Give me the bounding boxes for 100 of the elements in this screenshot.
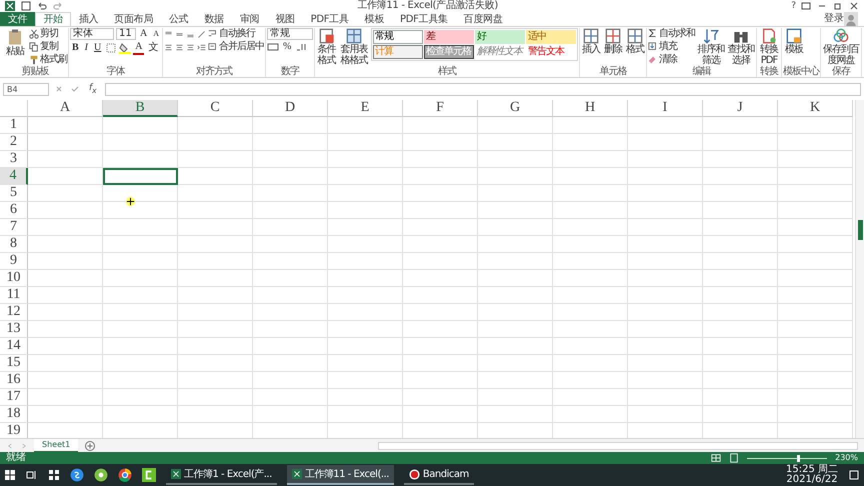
table-cell[interactable]: [778, 168, 853, 185]
help-button[interactable]: ?: [791, 0, 796, 12]
cell-style-option[interactable]: 差: [424, 30, 474, 44]
table-cell[interactable]: [553, 372, 628, 389]
number-format-field[interactable]: 常规: [267, 28, 314, 40]
table-cell[interactable]: [28, 321, 103, 338]
table-cell[interactable]: [478, 372, 553, 389]
table-cell[interactable]: [778, 321, 853, 338]
ribbon-display-icon[interactable]: [800, 0, 812, 12]
table-cell[interactable]: [628, 355, 703, 372]
table-cell[interactable]: [628, 219, 703, 236]
table-cell[interactable]: [253, 185, 328, 202]
taskbar-window[interactable]: Bandicam: [404, 465, 474, 485]
table-cell[interactable]: [328, 355, 403, 372]
column-header[interactable]: K: [778, 100, 853, 117]
table-cell[interactable]: [778, 372, 853, 389]
table-cell[interactable]: [703, 253, 778, 270]
table-cell[interactable]: [628, 236, 703, 253]
align-icon[interactable]: [186, 42, 196, 52]
row-header[interactable]: 4: [0, 168, 28, 185]
table-cell[interactable]: [28, 185, 103, 202]
table-cell[interactable]: [178, 168, 253, 185]
table-cell[interactable]: [103, 321, 178, 338]
table-cell[interactable]: [328, 372, 403, 389]
table-cell[interactable]: [178, 253, 253, 270]
column-header[interactable]: F: [403, 100, 478, 117]
row-header[interactable]: 15: [0, 355, 28, 372]
table-cell[interactable]: [178, 270, 253, 287]
table-cell[interactable]: [478, 117, 553, 134]
table-cell[interactable]: [478, 185, 553, 202]
table-cell[interactable]: [778, 287, 853, 304]
table-cell[interactable]: [28, 134, 103, 151]
row-header[interactable]: 9: [0, 253, 28, 270]
table-cell[interactable]: [778, 117, 853, 134]
table-cell[interactable]: [178, 236, 253, 253]
table-cell[interactable]: [403, 117, 478, 134]
table-cell[interactable]: [628, 287, 703, 304]
table-cell[interactable]: [628, 253, 703, 270]
align-icon[interactable]: [175, 42, 184, 52]
table-cell[interactable]: [328, 202, 403, 219]
table-cell[interactable]: [178, 287, 253, 304]
table-cell[interactable]: [778, 304, 853, 321]
table-cell[interactable]: [553, 236, 628, 253]
row-header[interactable]: 6: [0, 202, 28, 219]
table-cell[interactable]: [628, 151, 703, 168]
percent-button[interactable]: %: [281, 41, 294, 53]
table-cell[interactable]: [478, 236, 553, 253]
table-cell[interactable]: [778, 151, 853, 168]
table-cell[interactable]: [178, 202, 253, 219]
taskbar-window[interactable]: 工作簿11 - Excel(...: [286, 465, 394, 485]
table-cell[interactable]: [28, 219, 103, 236]
chrome-icon[interactable]: [118, 468, 132, 482]
table-cell[interactable]: [553, 185, 628, 202]
sign-in-link[interactable]: 登录: [824, 12, 844, 26]
table-cell[interactable]: [328, 389, 403, 406]
zoom-level[interactable]: 230%: [835, 452, 858, 464]
table-cell[interactable]: [178, 134, 253, 151]
column-header[interactable]: J: [703, 100, 778, 117]
table-cell[interactable]: [28, 304, 103, 321]
table-cell[interactable]: [328, 406, 403, 423]
windows-icon[interactable]: [4, 469, 16, 481]
table-cell[interactable]: [103, 134, 178, 151]
table-cell[interactable]: [328, 321, 403, 338]
table-cell[interactable]: [328, 219, 403, 236]
orientation-icon[interactable]: [197, 30, 206, 38]
clear-button[interactable]: 清除: [648, 54, 696, 66]
table-cell[interactable]: [253, 202, 328, 219]
table-cell[interactable]: [628, 134, 703, 151]
undo-icon[interactable]: [36, 0, 48, 12]
table-cell[interactable]: [403, 202, 478, 219]
table-cell[interactable]: [703, 321, 778, 338]
table-cell[interactable]: [328, 338, 403, 355]
save-to-cloud-button[interactable]: 保存到百度网盘: [822, 28, 860, 66]
fill-button[interactable]: 填充: [648, 41, 696, 53]
table-cell[interactable]: [628, 321, 703, 338]
table-cell[interactable]: [478, 304, 553, 321]
grow-font-button[interactable]: A: [138, 28, 150, 40]
close-icon[interactable]: [848, 0, 860, 12]
table-cell[interactable]: [553, 406, 628, 423]
table-cell[interactable]: [178, 185, 253, 202]
table-cell[interactable]: [28, 372, 103, 389]
fill-color-icon[interactable]: [119, 42, 132, 54]
table-cell[interactable]: [403, 185, 478, 202]
column-header[interactable]: A: [28, 100, 103, 117]
table-cell[interactable]: [478, 355, 553, 372]
column-header[interactable]: C: [178, 100, 253, 117]
redo-icon[interactable]: [52, 0, 64, 12]
table-cell[interactable]: [553, 219, 628, 236]
task-view-icon[interactable]: [26, 469, 38, 481]
normal-view-icon[interactable]: [711, 453, 722, 463]
formula-input[interactable]: [104, 82, 861, 96]
column-header[interactable]: E: [328, 100, 403, 117]
table-cell[interactable]: [178, 151, 253, 168]
table-cell[interactable]: [103, 236, 178, 253]
merge-center-button[interactable]: 合并后居中: [208, 41, 264, 53]
row-header[interactable]: 18: [0, 406, 28, 423]
table-cell[interactable]: [478, 253, 553, 270]
table-cell[interactable]: [403, 270, 478, 287]
row-header[interactable]: 12: [0, 304, 28, 321]
table-cell[interactable]: [553, 321, 628, 338]
